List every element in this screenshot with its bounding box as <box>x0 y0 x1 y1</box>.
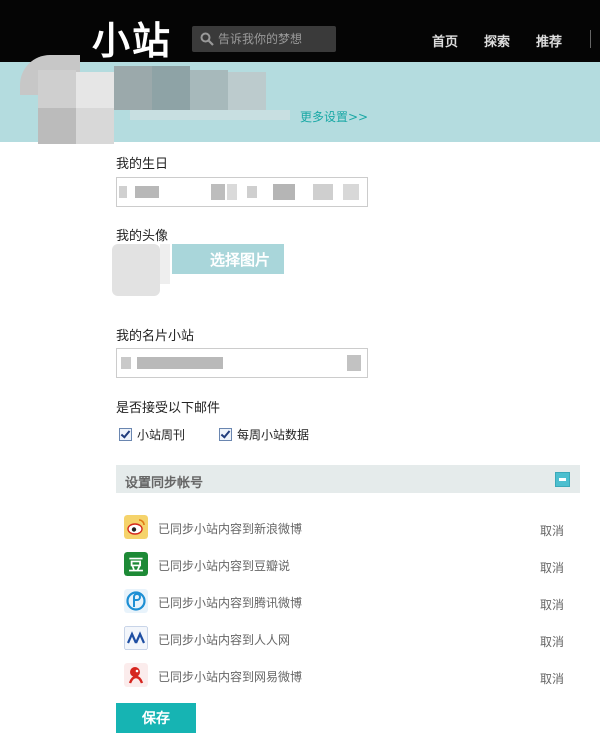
sync-row-text: 已同步小站内容到腾讯微博 <box>158 596 303 610</box>
tencent-weibo-icon <box>124 589 148 613</box>
sync-row-tencent: 已同步小站内容到腾讯微博 取消 <box>124 589 564 615</box>
search-input[interactable] <box>218 29 328 49</box>
sync-accounts-header: 设置同步帐号 <box>116 465 580 493</box>
sync-row-text: 已同步小站内容到网易微博 <box>158 670 303 684</box>
cancel-sync-link[interactable]: 取消 <box>540 596 564 613</box>
checkbox-checked-icon[interactable] <box>119 428 132 441</box>
search-icon <box>200 32 214 46</box>
cancel-sync-link[interactable]: 取消 <box>540 633 564 650</box>
sync-row-renren: 已同步小站内容到人人网 取消 <box>124 626 564 652</box>
sync-row-sina: 已同步小站内容到新浪微博 取消 <box>124 515 564 541</box>
avatar-edge <box>160 244 170 284</box>
birthday-field[interactable] <box>116 177 368 207</box>
cancel-sync-link[interactable]: 取消 <box>540 522 564 539</box>
sync-accounts-title: 设置同步帐号 <box>125 476 204 491</box>
birthday-label: 我的生日 <box>116 157 169 172</box>
collapse-icon[interactable] <box>555 472 570 487</box>
checkbox-label: 每周小站数据 <box>237 428 310 442</box>
avatar <box>112 244 160 296</box>
sync-row-text: 已同步小站内容到新浪微博 <box>158 522 303 536</box>
card-site-label: 我的名片小站 <box>116 329 195 344</box>
douban-icon: 豆 <box>124 552 148 576</box>
checkbox-checked-icon[interactable] <box>219 428 232 441</box>
search-box[interactable] <box>192 26 336 52</box>
nav-home[interactable]: 首页 <box>432 31 458 50</box>
renren-icon <box>124 626 148 650</box>
more-settings-link[interactable]: 更多设置>> <box>300 108 368 125</box>
weekly-newsletter-checkbox[interactable]: 小站周刊 <box>119 426 185 443</box>
nav-divider <box>590 30 591 48</box>
sync-row-text: 已同步小站内容到人人网 <box>158 633 291 647</box>
sync-row-netease: 已同步小站内容到网易微博 取消 <box>124 663 564 689</box>
nav-recommend[interactable]: 推荐 <box>536 31 562 50</box>
avatar-label: 我的头像 <box>116 229 169 244</box>
save-button[interactable]: 保存 <box>116 703 196 733</box>
card-site-select[interactable] <box>116 348 368 378</box>
site-logo[interactable]: 小站 <box>92 10 172 65</box>
cancel-sync-link[interactable]: 取消 <box>540 559 564 576</box>
sync-row-douban: 豆 已同步小站内容到豆瓣说 取消 <box>124 552 564 578</box>
weekly-stats-checkbox[interactable]: 每周小站数据 <box>219 426 309 443</box>
sina-weibo-icon <box>124 515 148 539</box>
sync-row-text: 已同步小站内容到豆瓣说 <box>158 559 291 573</box>
svg-text:豆: 豆 <box>128 556 143 574</box>
email-subscriptions-label: 是否接受以下邮件 <box>116 401 221 416</box>
choose-image-button[interactable]: 选择图片 <box>172 244 284 274</box>
nav-explore[interactable]: 探索 <box>484 31 510 50</box>
checkbox-label: 小站周刊 <box>137 428 186 442</box>
cancel-sync-link[interactable]: 取消 <box>540 670 564 687</box>
top-navbar: 小站 首页 探索 推荐 <box>0 0 600 65</box>
netease-weibo-icon <box>124 663 148 687</box>
